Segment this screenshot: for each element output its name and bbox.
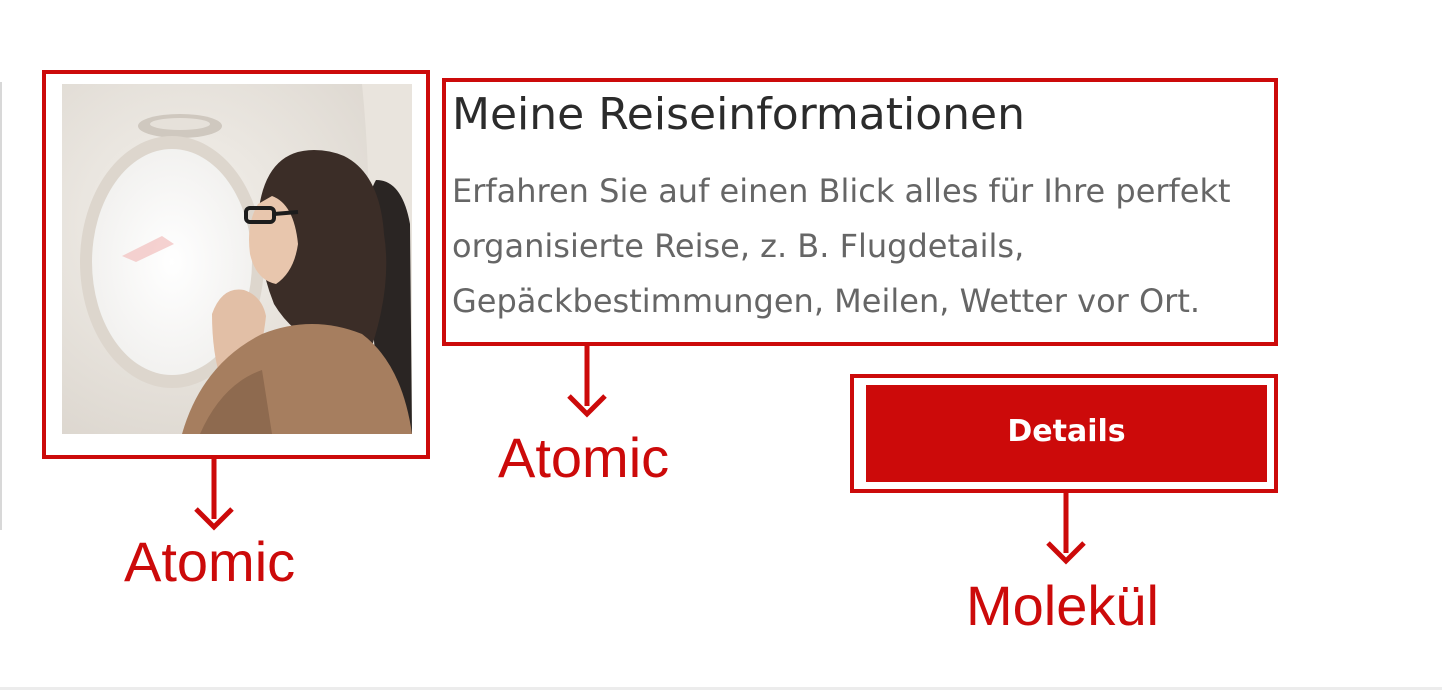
bottom-divider <box>0 687 1442 690</box>
text-annotation-label: Atomic <box>498 426 670 489</box>
text-annotation-frame <box>442 78 1278 346</box>
arrow-down-icon <box>1046 491 1086 565</box>
arrow-down-icon <box>567 344 607 418</box>
arrow-down-icon <box>194 457 234 531</box>
left-divider <box>0 82 2 530</box>
image-annotation-frame <box>42 70 430 459</box>
image-annotation-label: Atomic <box>124 530 296 593</box>
button-annotation-label: Molekül <box>966 574 1159 637</box>
button-annotation-frame <box>850 374 1278 493</box>
